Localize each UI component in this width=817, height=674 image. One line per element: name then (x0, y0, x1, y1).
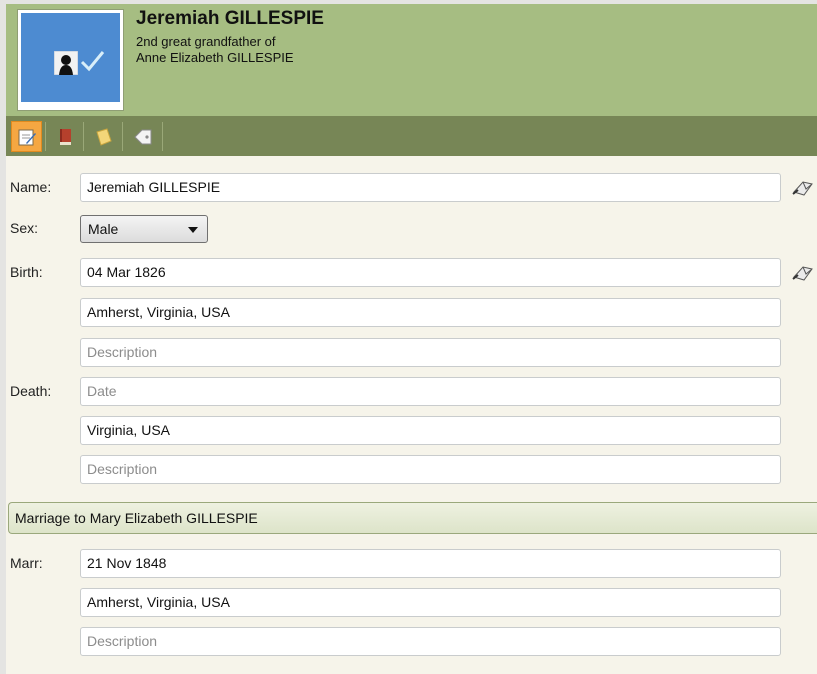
note-icon (95, 127, 112, 146)
chevron-down-icon (188, 227, 198, 233)
tab-tags[interactable] (127, 121, 158, 152)
relationship-text: 2nd great grandfather of Anne Elizabeth … (136, 34, 294, 66)
photo-placeholder (21, 13, 120, 102)
toolbar-separator (45, 122, 46, 151)
tab-edit[interactable] (11, 121, 42, 152)
person-name-title: Jeremiah GILLESPIE (136, 8, 324, 29)
death-place-field[interactable]: Virginia, USA (80, 416, 781, 445)
toolbar-separator (83, 122, 84, 151)
person-photo[interactable] (17, 9, 124, 111)
birth-date-field[interactable]: 04 Mar 1826 (80, 258, 781, 287)
tab-notes[interactable] (88, 121, 119, 152)
marriage-section-header[interactable]: Marriage to Mary Elizabeth GILLESPIE (8, 502, 817, 534)
checkmark-icon (80, 51, 105, 72)
citation-icon[interactable] (790, 263, 817, 283)
toolbar-separator (122, 122, 123, 151)
tab-toolbar (6, 116, 817, 156)
marriage-label: Marr: (10, 555, 43, 571)
death-description-field[interactable]: Description (80, 455, 781, 484)
sex-select[interactable]: Male (80, 215, 208, 243)
relationship-line-1: 2nd great grandfather of (136, 34, 276, 49)
birth-description-field[interactable]: Description (80, 338, 781, 367)
birth-label: Birth: (10, 264, 43, 280)
toolbar-separator (162, 122, 163, 151)
person-header: Jeremiah GILLESPIE 2nd great grandfather… (6, 4, 817, 116)
sex-label: Sex: (10, 220, 39, 236)
death-label: Death: (10, 383, 52, 399)
marriage-place-field[interactable]: Amherst, Virginia, USA (80, 588, 781, 617)
citation-icon[interactable] (790, 178, 817, 198)
person-silhouette-icon (54, 51, 78, 75)
relationship-line-2: Anne Elizabeth GILLESPIE (136, 50, 294, 65)
name-field[interactable]: Jeremiah GILLESPIE (80, 173, 781, 202)
edit-icon (18, 129, 36, 145)
tab-sources[interactable] (50, 121, 81, 152)
death-date-field[interactable]: Date (80, 377, 781, 406)
sex-select-value: Male (88, 221, 119, 237)
name-label: Name: (10, 179, 52, 195)
book-icon (59, 128, 71, 145)
birth-place-field[interactable]: Amherst, Virginia, USA (80, 298, 781, 327)
marriage-description-field[interactable]: Description (80, 627, 781, 656)
marriage-date-field[interactable]: 21 Nov 1848 (80, 549, 781, 578)
tag-icon (133, 129, 151, 144)
